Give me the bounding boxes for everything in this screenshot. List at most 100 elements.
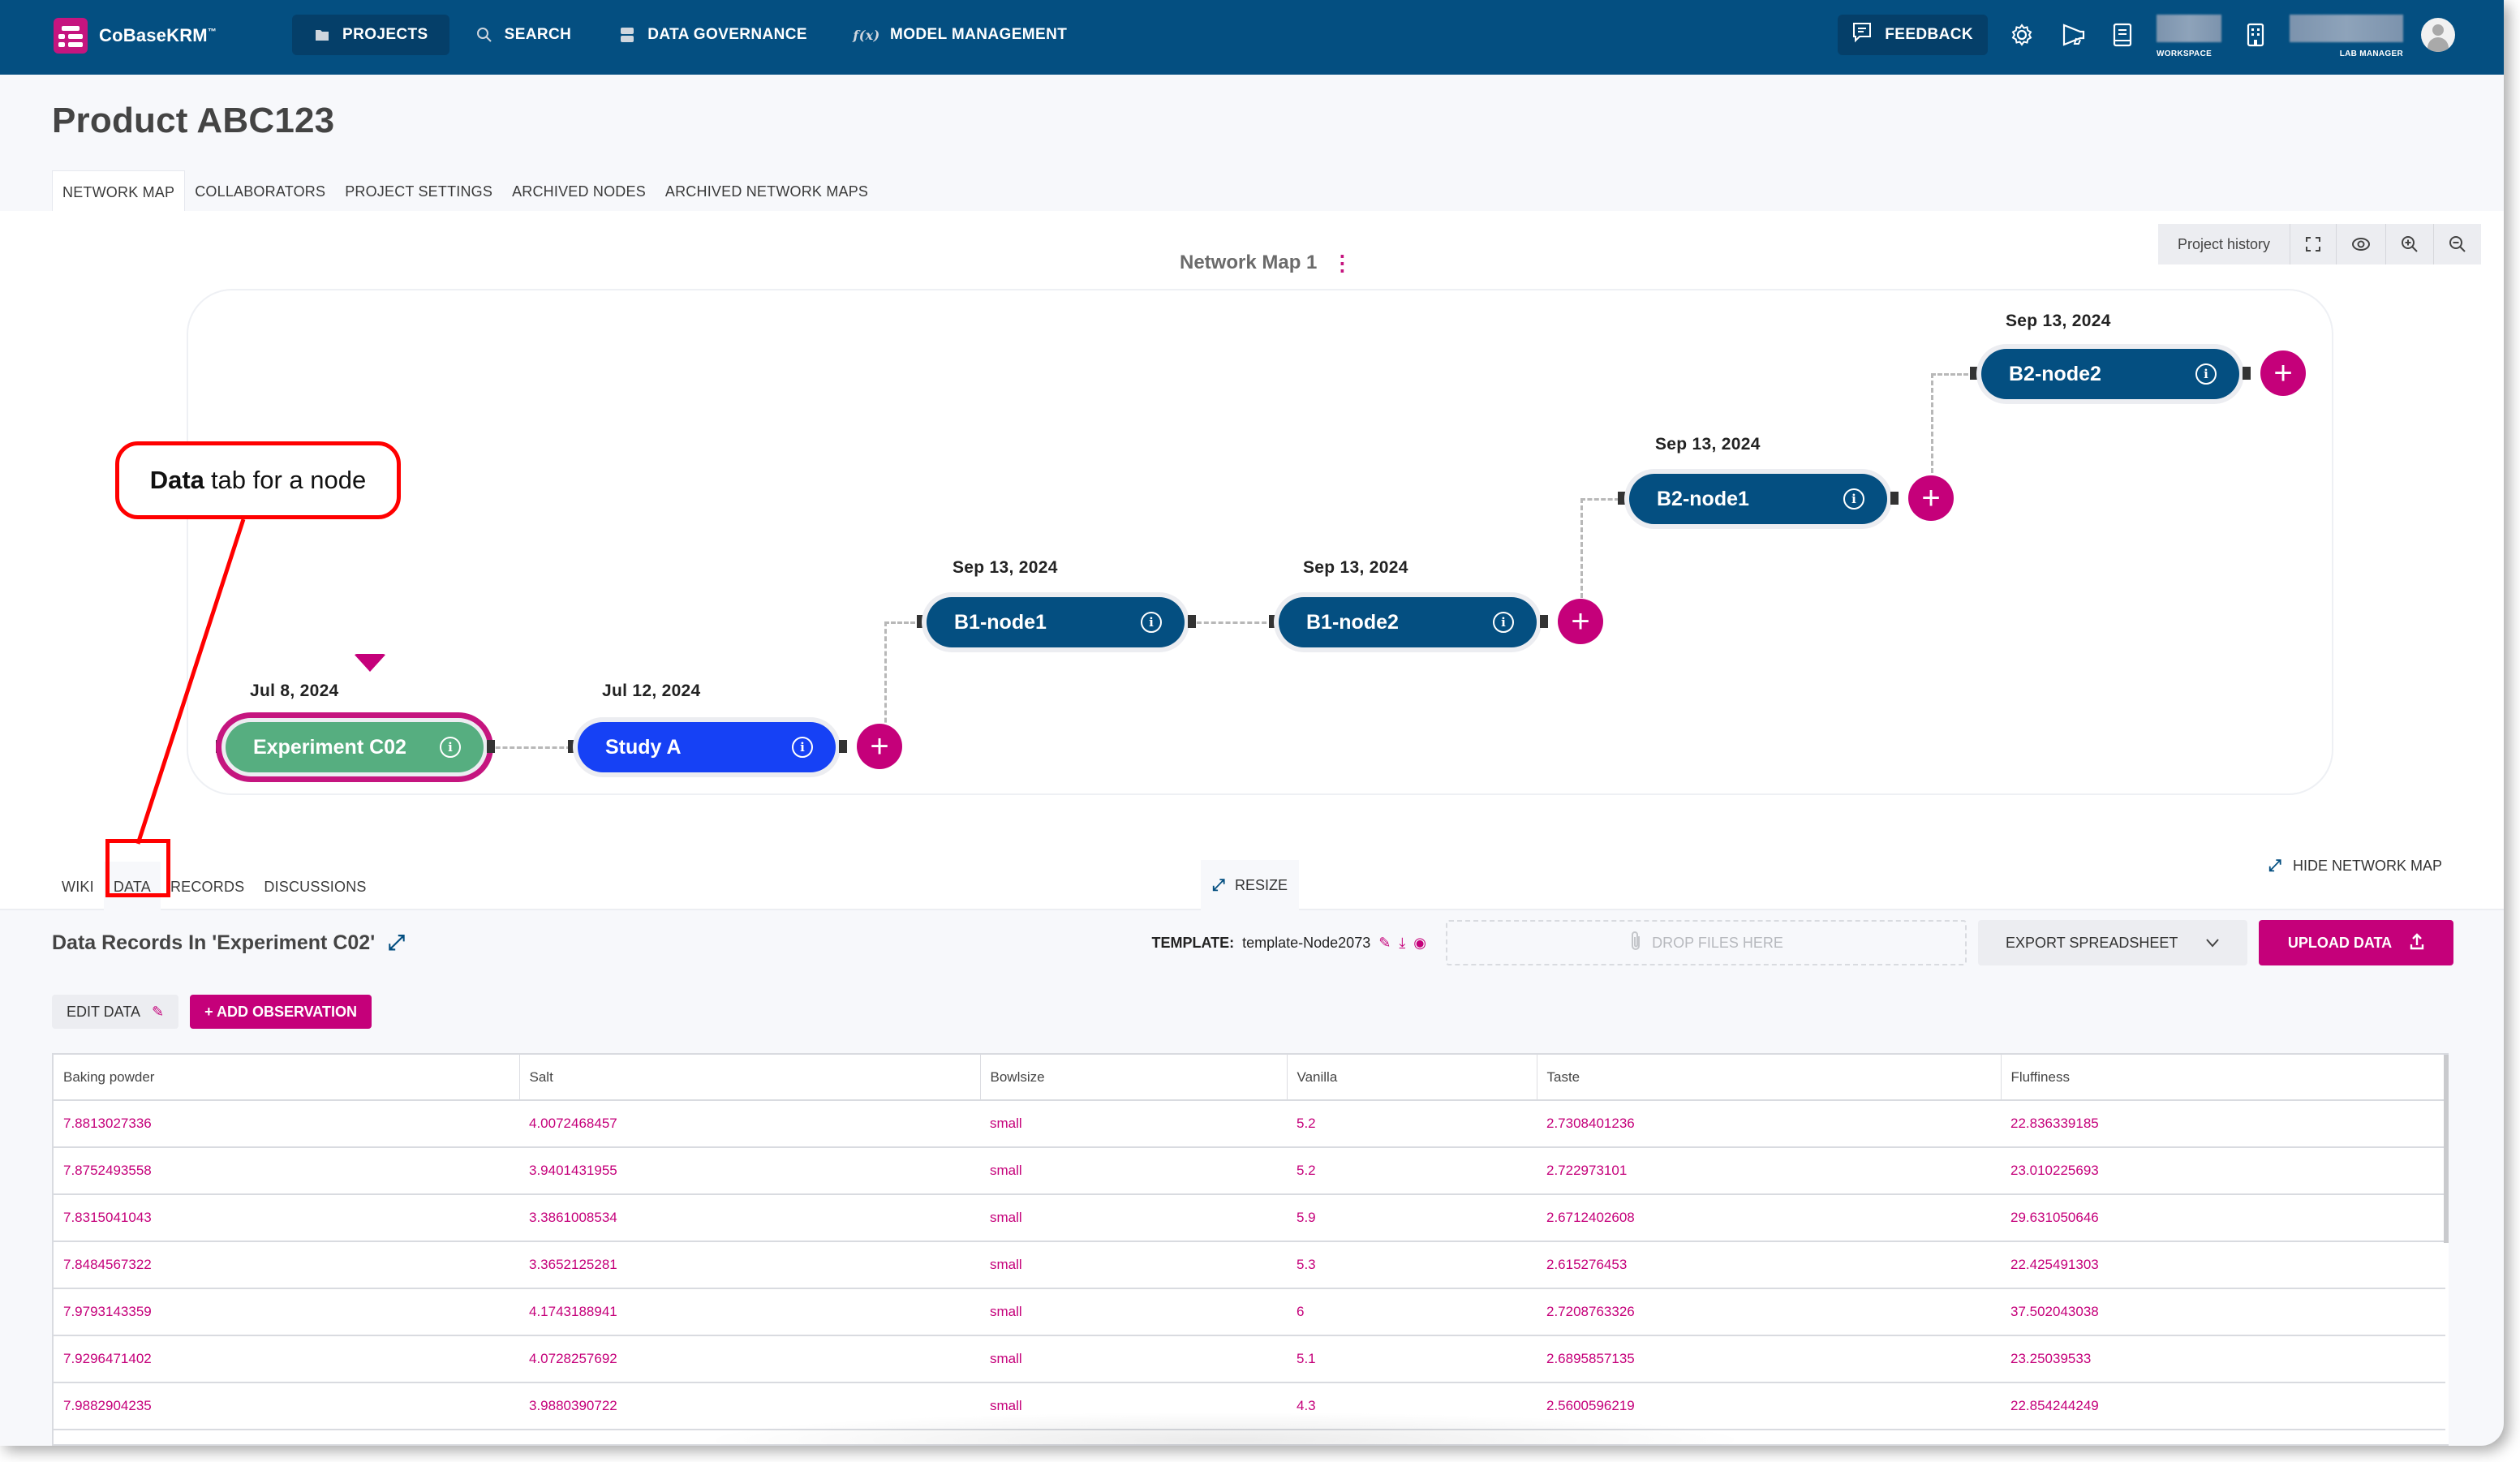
table-cell[interactable]: 5.9 <box>1287 1194 1537 1242</box>
table-row[interactable]: 7.8813027336 4.0072468457 small 5.2 2.730840… <box>54 1100 2445 1148</box>
column-header[interactable]: Baking powder <box>54 1055 520 1101</box>
nav-data-governance[interactable]: DATA GOVERNANCE <box>597 15 828 55</box>
table-row[interactable]: 7.8315041043 3.3861008534 small 5.9 2.671240… <box>54 1194 2445 1242</box>
table-cell[interactable]: small <box>980 1100 1287 1148</box>
table-cell[interactable]: 2.6712402608 <box>1537 1194 2001 1242</box>
edit-template-pencil-icon[interactable]: ✎ <box>1378 935 1391 952</box>
table-cell[interactable]: small <box>980 1288 1287 1336</box>
tab-records[interactable]: RECORDS <box>161 862 254 910</box>
fullscreen-icon[interactable] <box>2290 224 2336 264</box>
upload-data-button[interactable]: UPLOAD DATA <box>2259 920 2453 965</box>
table-cell[interactable]: 4.0728257692 <box>519 1335 980 1383</box>
expand-icon[interactable]: ⤢ <box>388 930 405 956</box>
table-cell[interactable]: 2.722973101 <box>1537 1147 2001 1195</box>
table-cell[interactable]: 3.3652125281 <box>519 1241 980 1289</box>
add-node-button[interactable]: + <box>1908 475 1954 521</box>
download-template-icon[interactable]: ⤓ <box>1399 935 1405 952</box>
table-cell[interactable]: 22.425491303 <box>2001 1241 2445 1289</box>
table-cell[interactable]: 2.5600596219 <box>1537 1382 2001 1430</box>
settings-gear-icon[interactable] <box>2006 19 2038 51</box>
table-cell[interactable]: 5.2 <box>1287 1147 1537 1195</box>
node-experiment-c02[interactable]: Experiment C02 i <box>226 722 484 772</box>
info-icon[interactable]: i <box>1843 488 1864 510</box>
table-row[interactable]: 7.8484567322 3.3652125281 small 5.3 2.615276… <box>54 1241 2445 1289</box>
node-b2-node1[interactable]: B2-node1 i <box>1629 474 1887 524</box>
table-row[interactable]: 7.9882904235 3.9880390722 small 4.3 2.560059… <box>54 1382 2445 1430</box>
node-b2-node2[interactable]: B2-node2 i <box>1981 349 2239 399</box>
hide-network-map-button[interactable]: ⤢ HIDE NETWORK MAP <box>2268 857 2442 875</box>
feedback-button[interactable]: FEEDBACK <box>1838 15 1988 55</box>
tab-project-settings[interactable]: PROJECT SETTINGS <box>335 170 502 211</box>
tab-wiki[interactable]: WIKI <box>52 862 104 910</box>
project-history-button[interactable]: Project history <box>2158 224 2290 264</box>
table-cell[interactable]: 7.9793143359 <box>54 1288 519 1336</box>
zoom-out-icon[interactable] <box>2433 224 2481 264</box>
edit-data-button[interactable]: EDIT DATA ✎ <box>52 995 179 1029</box>
column-header[interactable]: Vanilla <box>1287 1055 1537 1101</box>
user-menu[interactable]: LAB MANAGER <box>2290 15 2403 58</box>
table-cell[interactable]: 3.9880390722 <box>519 1382 980 1430</box>
add-node-button[interactable]: + <box>2260 350 2306 396</box>
table-cell[interactable]: small <box>980 1147 1287 1195</box>
table-cell[interactable]: small <box>980 1335 1287 1383</box>
table-scrollbar[interactable] <box>2444 1055 2449 1243</box>
view-template-eye-icon[interactable]: ◉ <box>1413 935 1426 952</box>
tab-archived-nodes[interactable]: ARCHIVED NODES <box>502 170 656 211</box>
column-header[interactable]: Salt <box>519 1055 981 1101</box>
table-cell[interactable]: small <box>980 1382 1287 1430</box>
documentation-book-icon[interactable] <box>2106 19 2139 51</box>
nav-model-management[interactable]: f(x) MODEL MANAGEMENT <box>833 15 1088 55</box>
table-cell[interactable]: 7.8315041043 <box>54 1194 519 1242</box>
resize-button[interactable]: ⤢ RESIZE <box>1201 860 1300 910</box>
workspace-selector[interactable]: WORKSPACE <box>2157 15 2221 58</box>
export-spreadsheet-dropdown[interactable]: EXPORT SPREADSHEET <box>1978 920 2247 965</box>
table-cell[interactable]: 4.1743188941 <box>519 1288 980 1336</box>
table-cell[interactable]: 3.3861008534 <box>519 1194 980 1242</box>
column-header[interactable]: Taste <box>1537 1055 2002 1101</box>
table-cell[interactable]: 7.8484567322 <box>54 1241 519 1289</box>
tab-discussions[interactable]: DISCUSSIONS <box>254 862 376 910</box>
node-b1-node2[interactable]: B1-node2 i <box>1279 597 1537 647</box>
info-icon[interactable]: i <box>1493 612 1514 633</box>
info-icon[interactable]: i <box>440 737 461 758</box>
table-cell[interactable]: 7.8752493558 <box>54 1147 519 1195</box>
table-cell[interactable]: 5.3 <box>1287 1241 1537 1289</box>
zoom-in-icon[interactable] <box>2385 224 2433 264</box>
file-dropzone[interactable]: DROP FILES HERE <box>1446 920 1967 965</box>
table-cell[interactable]: 2.615276453 <box>1537 1241 2001 1289</box>
add-node-button[interactable]: + <box>857 724 902 769</box>
table-cell[interactable]: 2.6895857135 <box>1537 1335 2001 1383</box>
table-cell[interactable]: 5.2 <box>1287 1100 1537 1148</box>
table-cell[interactable]: 22.854244249 <box>2001 1382 2445 1430</box>
table-row[interactable]: 7.8752493558 3.9401431955 small 5.2 2.722973… <box>54 1147 2445 1195</box>
table-cell[interactable]: 6 <box>1287 1288 1537 1336</box>
table-cell[interactable]: 37.502043038 <box>2001 1288 2445 1336</box>
column-header[interactable]: Bowlsize <box>980 1055 1288 1101</box>
info-icon[interactable]: i <box>792 737 813 758</box>
nav-search[interactable]: SEARCH <box>454 15 593 55</box>
table-row[interactable]: 7.9296471402 4.0728257692 small 5.1 2.689585… <box>54 1335 2445 1383</box>
building-icon[interactable] <box>2239 19 2272 51</box>
app-logo[interactable]: CoBaseKRM™ <box>54 18 217 54</box>
table-cell[interactable]: 23.25039533 <box>2001 1335 2445 1383</box>
tab-collaborators[interactable]: COLLABORATORS <box>185 170 335 211</box>
table-cell[interactable]: 5.1 <box>1287 1335 1537 1383</box>
table-cell[interactable]: 7.9296471402 <box>54 1335 519 1383</box>
column-header[interactable]: Fluffiness <box>2001 1055 2445 1101</box>
add-observation-button[interactable]: + ADD OBSERVATION <box>190 995 372 1029</box>
tab-archived-network-maps[interactable]: ARCHIVED NETWORK MAPS <box>656 170 878 211</box>
node-b1-node1[interactable]: B1-node1 i <box>927 597 1185 647</box>
table-row[interactable]: 7.9793143359 4.1743188941 small 6 2.72087633… <box>54 1288 2445 1336</box>
table-cell[interactable]: 23.010225693 <box>2001 1147 2445 1195</box>
nav-projects[interactable]: PROJECTS <box>292 15 449 55</box>
add-node-button[interactable]: + <box>1558 599 1603 644</box>
table-cell[interactable]: small <box>980 1241 1287 1289</box>
table-cell[interactable]: 29.631050646 <box>2001 1194 2445 1242</box>
kebab-menu-icon[interactable]: ⋮ <box>1331 252 1352 273</box>
table-cell[interactable]: 2.7208763326 <box>1537 1288 2001 1336</box>
node-study-a[interactable]: Study A i <box>578 722 836 772</box>
table-cell[interactable]: 22.836339185 <box>2001 1100 2445 1148</box>
announcements-megaphone-icon[interactable] <box>2056 19 2088 51</box>
table-cell[interactable]: 7.9882904235 <box>54 1382 519 1430</box>
table-cell[interactable]: 4.3 <box>1287 1382 1537 1430</box>
